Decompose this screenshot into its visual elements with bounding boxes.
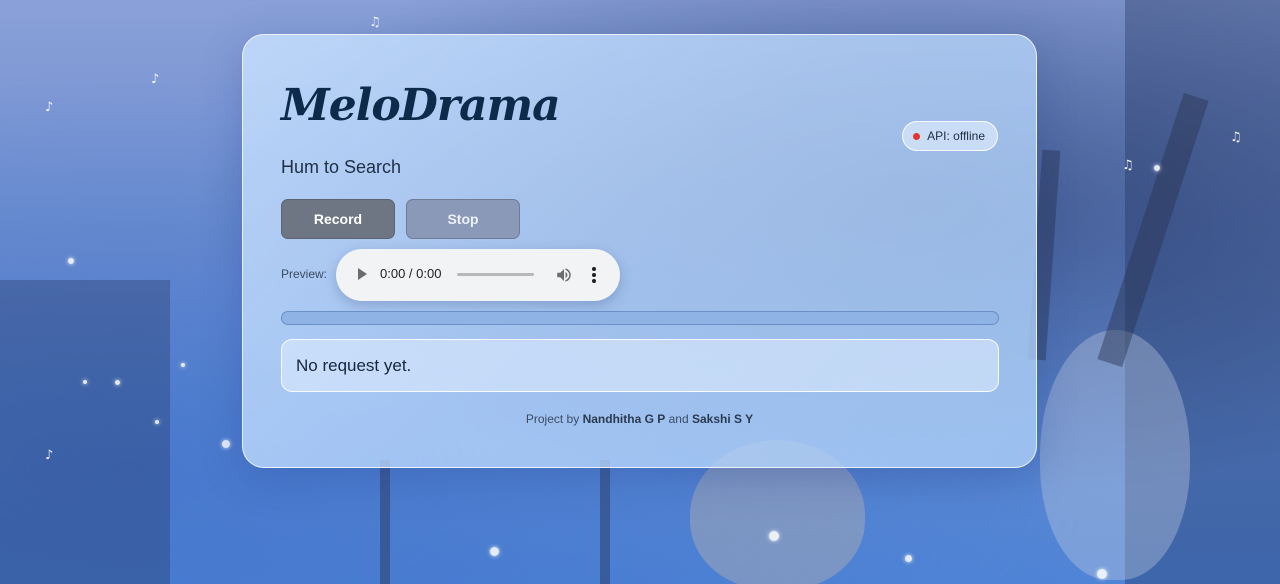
api-status-text: API: offline <box>927 129 985 143</box>
app-logo: MeloDrama <box>281 80 561 131</box>
bg-particle <box>769 531 779 541</box>
bg-particle <box>490 547 499 556</box>
bg-guitar-body <box>1040 330 1190 580</box>
audio-player[interactable]: 0:00 / 0:00 <box>336 249 620 301</box>
result-message: No request yet. <box>296 355 412 375</box>
page-subtitle: Hum to Search <box>281 157 402 177</box>
preview-label: Preview: <box>281 267 328 281</box>
music-note-icon: ♪ <box>45 448 54 463</box>
footer-credits: Project by Nandhitha G P and Sakshi S Y <box>243 412 1036 426</box>
status-dot-icon <box>913 132 921 140</box>
bg-particle <box>181 363 185 367</box>
bg-particle <box>115 380 120 385</box>
music-note-icon: ♫ <box>1122 158 1134 173</box>
bg-stand <box>600 460 610 584</box>
bg-particle <box>222 440 230 448</box>
footer-joiner: and <box>668 412 689 426</box>
bg-particle <box>1097 569 1107 579</box>
main-card: MeloDrama API: offline Hum to Search Rec… <box>242 34 1037 468</box>
bg-particle <box>1154 165 1160 171</box>
volume-icon[interactable] <box>555 266 573 284</box>
bg-particle <box>83 380 87 384</box>
bg-particle <box>155 420 159 424</box>
music-note-icon: ♪ <box>151 72 160 87</box>
play-icon[interactable] <box>358 268 367 280</box>
stop-button[interactable]: Stop <box>406 199 520 239</box>
footer-prefix: Project by <box>525 412 580 426</box>
music-note-icon: ♫ <box>369 15 381 30</box>
music-note-icon: ♪ <box>45 100 54 115</box>
music-note-icon: ♫ <box>1230 130 1242 145</box>
bg-stand <box>380 460 390 584</box>
api-status-badge: API: offline <box>902 121 998 151</box>
bg-particle <box>68 258 74 264</box>
author-name: Sakshi S Y <box>691 412 754 426</box>
record-button[interactable]: Record <box>281 199 395 239</box>
seek-slider[interactable] <box>457 273 534 276</box>
audio-time: 0:00 / 0:00 <box>380 266 442 281</box>
author-name: Nandhitha G P <box>582 412 666 426</box>
result-box: No request yet. <box>281 339 999 392</box>
more-options-icon[interactable] <box>590 266 598 284</box>
progress-bar <box>281 311 999 325</box>
bg-particle <box>905 555 912 562</box>
bg-amp <box>0 280 170 584</box>
